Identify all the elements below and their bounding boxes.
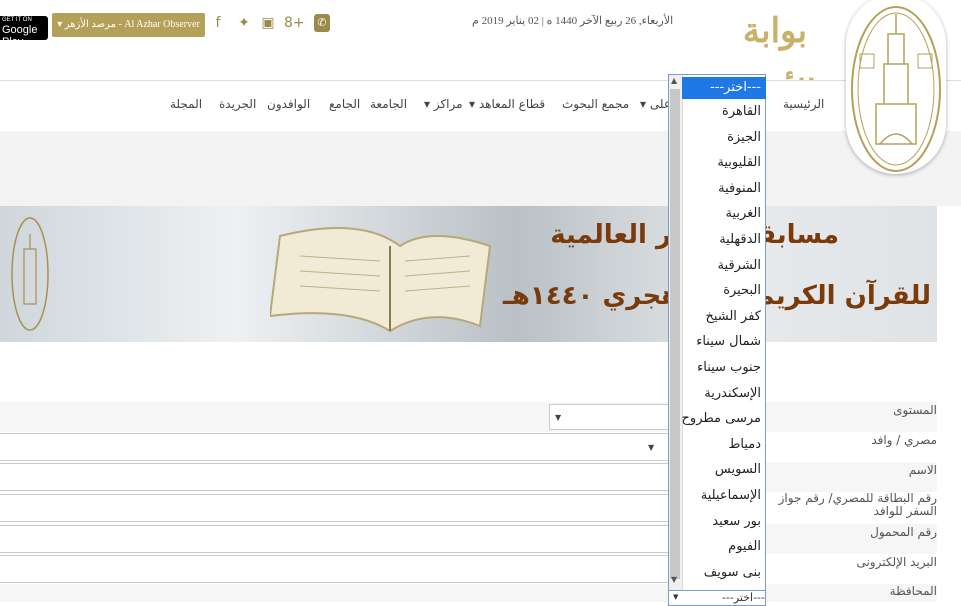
quran-book-icon bbox=[270, 227, 492, 333]
mobile-input[interactable] bbox=[0, 525, 669, 553]
nav-centers[interactable]: مراكز ▾ bbox=[424, 97, 463, 111]
phone-icon[interactable]: ✆ bbox=[314, 14, 330, 32]
chevron-down-icon: ▼ bbox=[673, 593, 679, 601]
dropdown-option[interactable]: دمياط bbox=[682, 432, 766, 458]
form-row-name: الاسم bbox=[0, 462, 937, 492]
page-spacer bbox=[0, 131, 961, 206]
al-azhar-logo[interactable] bbox=[846, 0, 946, 174]
dropdown-options: ---اختر--- القاهرة الجيزة القليوبية المن… bbox=[682, 75, 766, 585]
observer-label: مرصد الأزهر - Al Azhar Observer bbox=[64, 19, 200, 30]
level-row-spacer bbox=[0, 402, 568, 430]
dropdown-option[interactable]: المنوفية bbox=[682, 176, 766, 202]
id-number-label: رقم البطاقة للمصري/ رقم جواز السفر للواف… bbox=[778, 491, 937, 518]
name-label: الاسم bbox=[908, 463, 937, 477]
id-number-input[interactable] bbox=[0, 494, 669, 522]
nav-expatriates[interactable]: الوافدون bbox=[267, 97, 310, 111]
google-play-small-label: GET IT ON bbox=[2, 17, 32, 23]
level-label: المستوى bbox=[893, 403, 937, 417]
google-play-button[interactable]: GET IT ON Google Play bbox=[0, 16, 48, 48]
scroll-up-icon[interactable]: ▲ bbox=[671, 76, 677, 85]
dropdown-option[interactable]: بنى سويف bbox=[682, 560, 766, 586]
nav-institutes-sector[interactable]: قطاع المعاهد ▾ bbox=[469, 97, 545, 111]
form-row-id-number: رقم البطاقة للمصري/ رقم جواز السفر للواف… bbox=[0, 492, 937, 524]
governorate-dropdown-list[interactable]: ▲ ▼ ---اختر--- القاهرة الجيزة القليوبية … bbox=[668, 74, 766, 594]
dropdown-option[interactable]: الفيوم bbox=[682, 534, 766, 560]
governorate-selected-value: ---اختر--- bbox=[721, 591, 765, 604]
dropdown-option[interactable]: القاهرة bbox=[682, 99, 766, 125]
observer-dropdown-button[interactable]: ▾ مرصد الأزهر - Al Azhar Observer bbox=[52, 13, 205, 37]
al-azhar-seal-small-icon bbox=[11, 217, 49, 331]
brand-title[interactable]: بوابة الأزهر bbox=[705, 0, 845, 113]
dropdown-option[interactable]: الغربية bbox=[682, 201, 766, 227]
google-plus-icon[interactable]: 8+ bbox=[284, 14, 305, 32]
form-row-nationality: مصري / وافد ▼ bbox=[0, 432, 937, 462]
email-input[interactable] bbox=[0, 555, 669, 583]
nav-mosque[interactable]: الجامع bbox=[329, 97, 360, 111]
scroll-down-icon[interactable]: ▼ bbox=[671, 575, 677, 584]
mobile-label: رقم المحمول bbox=[870, 525, 937, 539]
youtube-icon[interactable]: ▣ bbox=[260, 14, 276, 32]
dropdown-scrollbar[interactable]: ▲ ▼ bbox=[669, 75, 683, 593]
facebook-icon[interactable]: f bbox=[210, 14, 226, 32]
nationality-label: مصري / وافد bbox=[871, 433, 937, 447]
competition-banner: مسابقة الأزهر العالمية للقرآن الكريم هجر… bbox=[0, 206, 937, 342]
google-play-label: Google Play bbox=[2, 24, 38, 48]
dropdown-option[interactable]: بور سعيد bbox=[682, 509, 766, 535]
nav-magazine[interactable]: المجلة bbox=[170, 97, 202, 111]
dropdown-option[interactable]: جنوب سيناء bbox=[682, 355, 766, 381]
dropdown-option[interactable]: كفر الشيخ bbox=[682, 304, 766, 330]
governorate-select[interactable]: ---اختر--- ▼ bbox=[668, 590, 766, 606]
scrollbar-thumb[interactable] bbox=[670, 89, 680, 579]
top-header: GET IT ON Google Play ▾ مرصد الأزهر - Al… bbox=[0, 0, 961, 113]
nav-newspaper[interactable]: الجريدة bbox=[219, 97, 256, 111]
form-row-mobile: رقم المحمول bbox=[0, 524, 937, 554]
form-row-level: المستوى ▼ bbox=[0, 402, 937, 432]
dropdown-option[interactable]: مرسى مطروح bbox=[682, 406, 766, 432]
banner-subtitle: للقرآن الكريم bbox=[755, 281, 931, 311]
main-nav: الرئيسية المجلس الأعلى ▾ مجمع البحوث قطا… bbox=[0, 80, 961, 133]
dropdown-option[interactable]: شمال سيناء bbox=[682, 329, 766, 355]
dropdown-option[interactable]: ---اختر--- bbox=[682, 77, 766, 99]
form-row-governorate: المحافظة bbox=[0, 584, 937, 602]
dropdown-option[interactable]: الشرقية bbox=[682, 253, 766, 279]
dropdown-option[interactable]: الإسكندرية bbox=[682, 381, 766, 407]
nav-home[interactable]: الرئيسية bbox=[783, 97, 824, 111]
email-label: البريد الإلكترونى bbox=[856, 555, 937, 569]
level-select[interactable]: ▼ bbox=[549, 404, 669, 430]
chevron-down-icon: ▼ bbox=[648, 443, 655, 452]
dropdown-option[interactable]: الجيزة bbox=[682, 125, 766, 151]
dropdown-option[interactable]: الإسماعيلية bbox=[682, 483, 766, 509]
governorate-label: المحافظة bbox=[889, 584, 937, 598]
chevron-down-icon: ▼ bbox=[555, 413, 562, 422]
name-input[interactable] bbox=[0, 463, 669, 491]
banner-year: هجري ١٤٤٠هـ bbox=[503, 281, 680, 311]
chevron-down-icon: ▾ bbox=[57, 19, 63, 30]
form-row-email: البريد الإلكترونى bbox=[0, 554, 937, 584]
dropdown-option[interactable]: البحيرة bbox=[682, 278, 766, 304]
nationality-select[interactable]: ▼ bbox=[0, 433, 669, 461]
dropdown-option[interactable]: السويس bbox=[682, 457, 766, 483]
al-azhar-seal-icon bbox=[851, 6, 941, 172]
date-line: الأربعاء, 26 ربيع الآخر 1440 ه | 02 يناي… bbox=[472, 15, 674, 27]
dropdown-option[interactable]: الدقهلية bbox=[682, 227, 766, 253]
dropdown-option[interactable]: القليوبية bbox=[682, 150, 766, 176]
nav-research-academy[interactable]: مجمع البحوث bbox=[562, 97, 629, 111]
twitter-icon[interactable]: ✦ bbox=[236, 14, 252, 32]
nav-university[interactable]: الجامعة bbox=[370, 97, 407, 111]
